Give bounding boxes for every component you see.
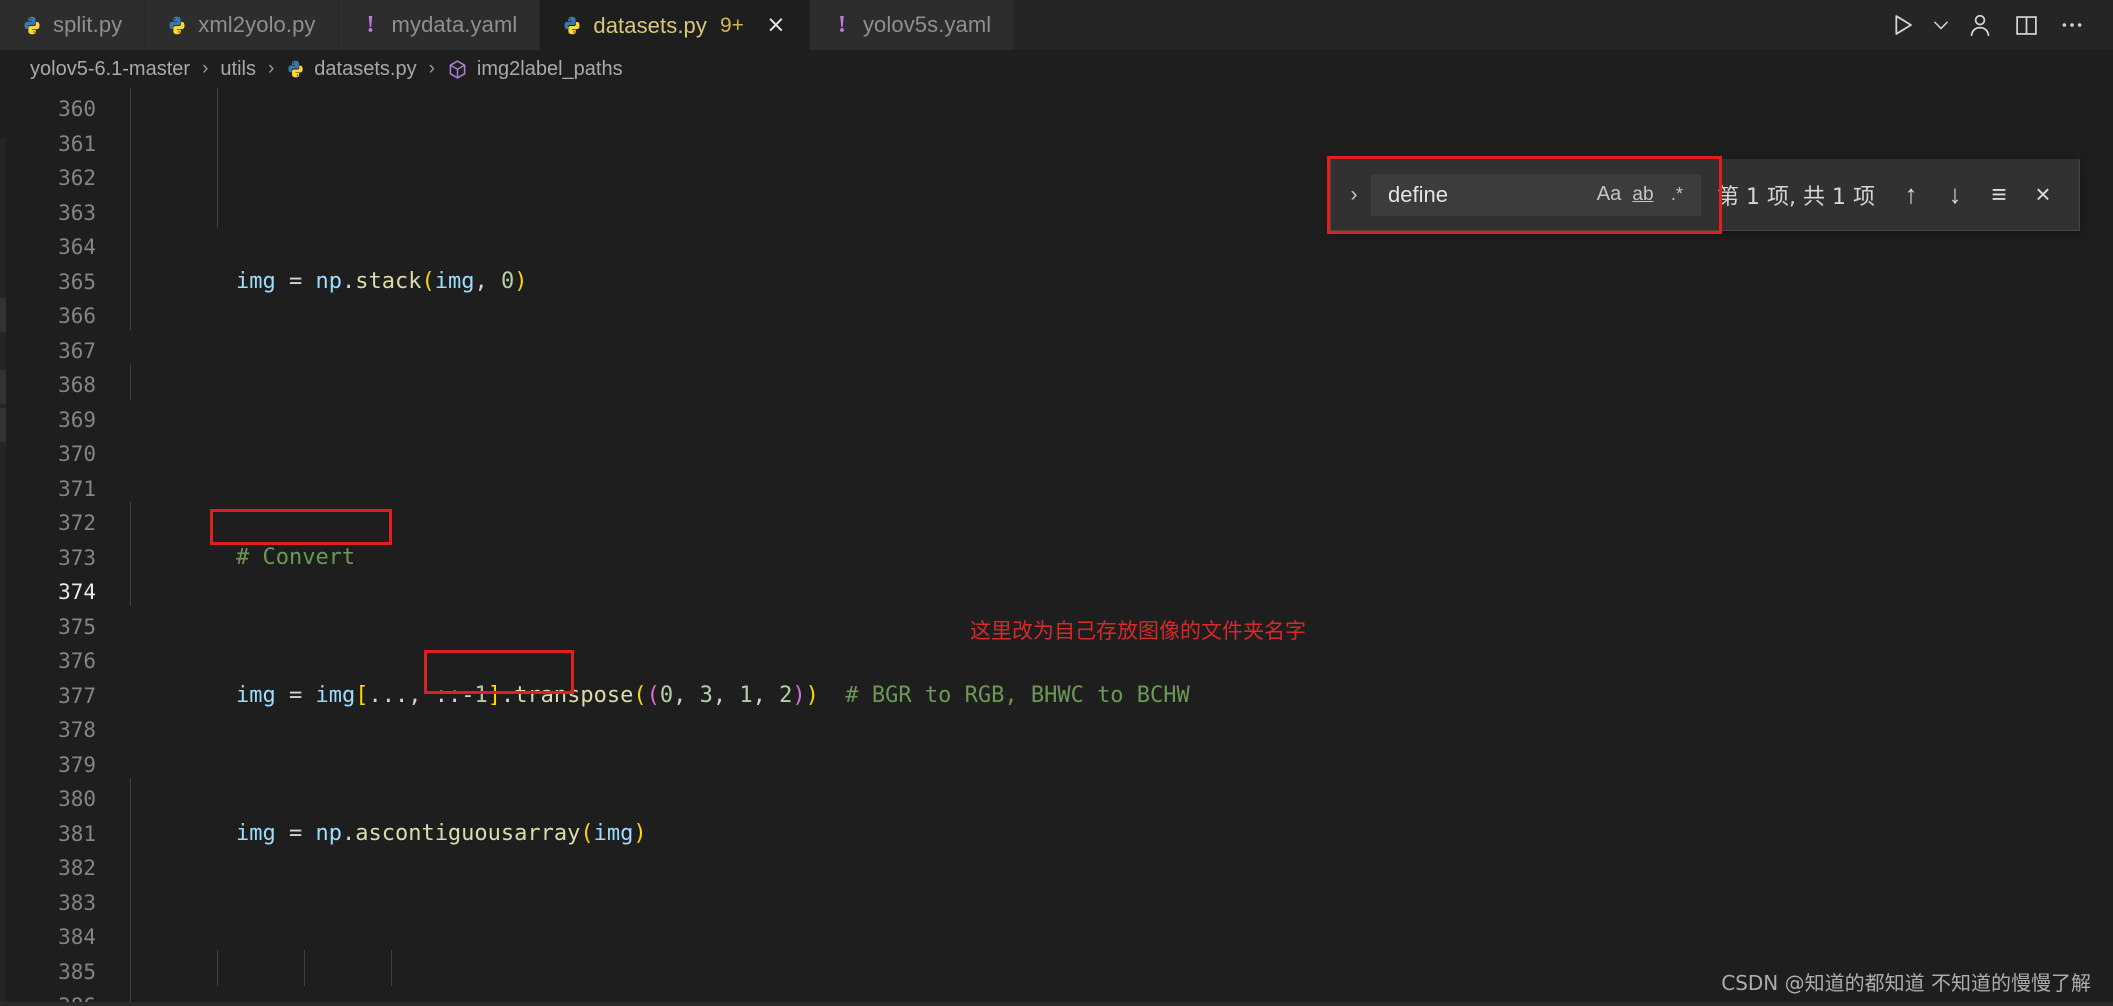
split-editor-icon[interactable]	[2003, 0, 2049, 50]
python-icon	[22, 15, 42, 36]
breadcrumb-item-symbol[interactable]: img2label_paths	[447, 58, 623, 81]
tab-yolov5s-yaml[interactable]: ! yolov5s.yaml	[809, 0, 1015, 50]
python-icon	[167, 15, 187, 36]
line-number: 360	[58, 97, 96, 121]
breadcrumb-item-folder[interactable]: utils	[220, 58, 256, 81]
breadcrumb-label: utils	[220, 57, 256, 80]
chevron-down-icon[interactable]	[1925, 0, 1957, 50]
tab-bar-spacer	[1014, 0, 1879, 50]
line-number: 380	[58, 787, 96, 811]
line-number: 364	[58, 235, 96, 259]
line-number: 372	[58, 511, 96, 535]
find-next-icon[interactable]: ↓	[1933, 173, 1977, 217]
account-icon[interactable]	[1957, 0, 2003, 50]
find-widget[interactable]: › Aa ab .* 第 1 项, 共 1 项 ↑ ↓ ≡ ×	[1330, 159, 2080, 231]
line-number: 369	[58, 407, 96, 432]
tab-split-py[interactable]: split.py	[0, 0, 146, 50]
code-line[interactable]: # Convert	[122, 541, 2113, 576]
code-line[interactable]: img = np.ascontiguousarray(img)	[122, 817, 2113, 852]
tab-label: yolov5s.yaml	[862, 12, 992, 37]
breadcrumb: yolov5-6.1-master › utils › datasets.py …	[0, 50, 2113, 88]
run-python-file-icon[interactable]	[1879, 0, 1925, 50]
breadcrumb-label: yolov5-6.1-master	[30, 57, 191, 80]
line-number: 378	[58, 718, 96, 742]
find-previous-icon[interactable]: ↑	[1889, 173, 1933, 217]
code-line[interactable]: img = img[..., ::-1].transpose((0, 3, 1,…	[122, 679, 2113, 714]
tab-datasets-py[interactable]: datasets.py 9+ ×	[540, 0, 810, 50]
python-icon	[286, 59, 305, 79]
line-number: 367	[58, 338, 96, 363]
tab-label: split.py	[53, 12, 123, 37]
find-in-selection-icon[interactable]: ≡	[1977, 173, 2021, 217]
activity-bar-nub	[0, 298, 6, 332]
tab-xml2yolo-py[interactable]: xml2yolo.py	[145, 0, 339, 50]
line-number-active: 374	[58, 580, 96, 604]
line-number: 375	[58, 614, 96, 639]
match-case-icon[interactable]: Aa	[1592, 178, 1626, 212]
line-number: 371	[58, 476, 96, 501]
line-number: 365	[58, 269, 96, 294]
line-number: 373	[58, 545, 96, 570]
line-number: 361	[58, 131, 96, 156]
find-input[interactable]	[1386, 180, 1592, 209]
breadcrumb-separator-icon: ›	[202, 58, 209, 79]
breadcrumb-separator-icon: ›	[267, 58, 275, 79]
activity-bar-edge	[0, 138, 6, 1006]
tab-label: xml2yolo.py	[198, 12, 316, 37]
breadcrumb-item-project[interactable]: yolov5-6.1-master	[30, 58, 190, 81]
find-results-count: 第 1 项, 共 1 项	[1717, 184, 1875, 210]
bottom-edge-rule	[0, 1002, 2113, 1006]
line-number: 379	[58, 752, 96, 777]
breadcrumb-label: img2label_paths	[476, 57, 623, 80]
line-number: 368	[58, 373, 96, 397]
tab-label: mydata.yaml	[391, 12, 518, 37]
line-number: 376	[58, 649, 96, 673]
yaml-icon: !	[837, 12, 846, 38]
symbol-method-icon	[447, 59, 468, 80]
breadcrumb-item-file[interactable]: datasets.py	[286, 57, 417, 81]
use-regex-icon[interactable]: .*	[1660, 178, 1694, 212]
line-number: 384	[58, 925, 96, 949]
toggle-replace-icon[interactable]: ›	[1337, 170, 1371, 220]
more-actions-icon[interactable]	[2049, 0, 2095, 50]
editor-tab-bar: split.py xml2yolo.py ! mydata.yaml datas…	[0, 0, 2113, 50]
tab-problem-badge: 9+	[719, 13, 744, 37]
tab-close-icon[interactable]: ×	[765, 14, 787, 37]
breadcrumb-label: datasets.py	[314, 57, 417, 80]
code-line[interactable]: img = np.stack(img, 0)	[122, 265, 2113, 300]
line-number: 366	[58, 304, 96, 328]
line-number: 362	[58, 166, 96, 190]
yaml-icon: !	[366, 12, 375, 38]
line-number: 382	[58, 856, 96, 880]
vscode-window: split.py xml2yolo.py ! mydata.yaml datas…	[0, 0, 2113, 1006]
tab-label: datasets.py	[593, 12, 707, 38]
minimap-edge	[2099, 88, 2113, 1006]
line-number: 377	[58, 683, 96, 708]
watermark-text: CSDN @知道的都知道 不知道的慢慢了解	[1721, 971, 2091, 995]
code-line[interactable]	[122, 403, 2113, 438]
tab-mydata-yaml[interactable]: ! mydata.yaml	[338, 0, 541, 50]
line-number: 381	[58, 821, 96, 846]
whole-word-icon[interactable]: ab	[1626, 178, 1660, 212]
line-number-gutter: 360 361 362 363 364 365 366 367 368 369 …	[0, 88, 122, 1006]
python-icon	[562, 15, 582, 36]
line-number: 370	[58, 442, 96, 466]
find-input-container[interactable]: Aa ab .*	[1371, 173, 1701, 216]
line-number: 385	[58, 959, 96, 984]
find-close-icon[interactable]: ×	[2021, 173, 2065, 217]
breadcrumb-separator-icon: ›	[428, 58, 435, 79]
code-editor[interactable]: 360 361 362 363 364 365 366 367 368 369 …	[0, 88, 2113, 1006]
line-number: 363	[58, 200, 96, 225]
editor-actions	[1879, 0, 2113, 50]
activity-bar-nub	[0, 370, 6, 404]
activity-bar-nub	[0, 408, 6, 442]
line-number: 383	[58, 890, 96, 915]
